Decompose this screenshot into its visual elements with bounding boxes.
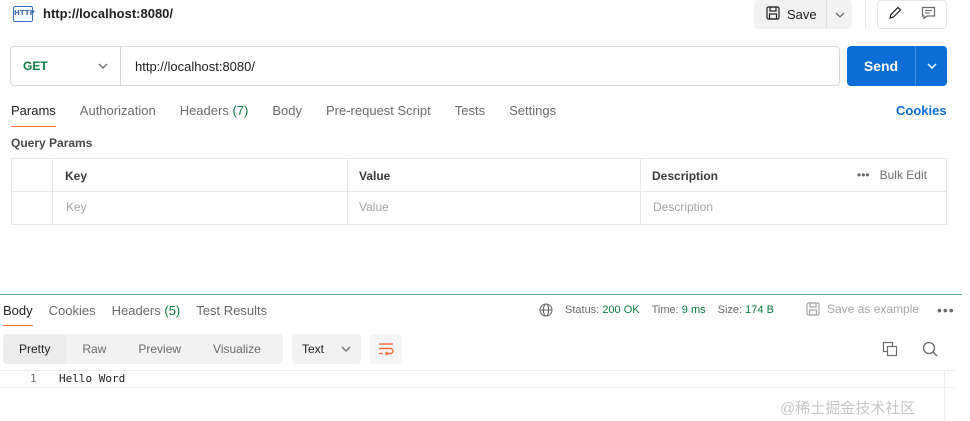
params-row-divider	[11, 191, 947, 192]
response-tab-cookies[interactable]: Cookies	[49, 303, 96, 326]
send-button-group: Send	[847, 46, 947, 86]
tab-headers-count: (7)	[232, 103, 249, 118]
view-tab-visualize[interactable]: Visualize	[197, 334, 277, 364]
time-label: Time:	[651, 304, 679, 316]
response-tab-body[interactable]: Body	[3, 303, 33, 326]
url-bar: GET	[10, 46, 840, 86]
tab-params[interactable]: Params	[11, 103, 56, 127]
response-tab-headers-count: (5)	[164, 303, 181, 318]
response-view-tabs: Pretty Raw Preview Visualize	[3, 334, 283, 364]
tab-headers[interactable]: Headers (7)	[180, 103, 249, 127]
url-input[interactable]	[121, 58, 839, 74]
view-tab-preview[interactable]: Preview	[122, 334, 197, 364]
response-tab-headers[interactable]: Headers (5)	[112, 303, 181, 326]
tab-settings[interactable]: Settings	[509, 103, 556, 127]
size-value[interactable]: 174 B	[745, 304, 774, 316]
watermark: @稀土掘金技术社区	[780, 400, 916, 417]
params-column-divider	[347, 158, 348, 225]
copy-icon[interactable]	[882, 341, 898, 360]
globe-icon[interactable]	[539, 303, 553, 317]
tab-headers-label: Headers	[179, 103, 229, 118]
edit-tools-group	[877, 0, 947, 29]
request-tabs: Params Authorization Headers (7) Body Pr…	[11, 103, 580, 127]
save-label: Save	[787, 7, 817, 22]
wrap-lines-button[interactable]	[370, 334, 402, 364]
param-key-input[interactable]: Key	[66, 200, 87, 214]
chevron-down-icon	[341, 346, 351, 352]
view-tab-pretty[interactable]: Pretty	[3, 334, 67, 364]
save-as-example-label: Save as example	[827, 302, 920, 316]
chevron-down-icon	[835, 12, 844, 18]
tab-tests[interactable]: Tests	[455, 103, 485, 127]
cookies-link[interactable]: Cookies	[896, 103, 947, 118]
send-options-button[interactable]	[916, 46, 947, 86]
view-tab-raw[interactable]: Raw	[66, 334, 122, 364]
wrap-lines-icon	[379, 343, 394, 356]
request-title[interactable]: http://localhost:8080/	[43, 6, 173, 21]
save-options-button[interactable]	[827, 0, 852, 29]
size-label: Size:	[717, 304, 743, 316]
editor-scrollbar[interactable]	[944, 370, 955, 421]
param-description-input[interactable]: Description	[653, 200, 713, 214]
comment-icon[interactable]	[921, 6, 936, 23]
save-button[interactable]: Save	[754, 0, 826, 29]
tab-authorization[interactable]: Authorization	[80, 103, 156, 127]
method-select[interactable]: GET	[11, 47, 121, 85]
param-value-input[interactable]: Value	[359, 200, 389, 214]
tab-prerequest-script[interactable]: Pre-request Script	[326, 103, 431, 127]
save-icon	[806, 302, 820, 316]
response-tab-test-results[interactable]: Test Results	[196, 303, 267, 326]
column-header-description: Description	[652, 169, 719, 183]
more-options-icon[interactable]: •••	[857, 168, 870, 182]
tab-body[interactable]: Body	[272, 103, 302, 127]
bulk-edit-button[interactable]: Bulk Edit	[880, 168, 927, 182]
response-body-editor[interactable]	[0, 370, 955, 388]
format-select[interactable]: Text	[292, 334, 361, 364]
toolbar-divider	[865, 2, 866, 28]
response-more-icon[interactable]: •••	[937, 302, 955, 318]
format-label: Text	[302, 342, 325, 356]
status-label: Status:	[565, 304, 600, 316]
bulk-edit-area: ••• Bulk Edit	[857, 168, 927, 182]
response-status-bar: Status: 200 OK Time: 9 ms Size: 174 B	[539, 303, 774, 317]
http-request-icon: HTTP	[13, 6, 35, 22]
chevron-down-icon	[927, 63, 936, 69]
pencil-icon[interactable]	[888, 6, 902, 23]
search-icon[interactable]	[922, 341, 938, 360]
save-icon	[766, 6, 780, 23]
chevron-down-icon	[98, 63, 108, 69]
response-tabs: Body Cookies Headers (5) Test Results	[3, 303, 283, 326]
column-header-key: Key	[65, 169, 88, 183]
save-button-group: Save	[754, 0, 852, 29]
status-value[interactable]: 200 OK	[602, 304, 639, 316]
params-column-divider	[640, 158, 641, 225]
send-button[interactable]: Send	[847, 46, 915, 86]
column-header-value: Value	[359, 169, 391, 183]
response-body-text[interactable]: Hello Word	[59, 372, 125, 385]
method-label: GET	[23, 59, 48, 73]
response-divider[interactable]	[0, 294, 962, 295]
save-as-example-button[interactable]: Save as example	[806, 302, 919, 316]
time-value[interactable]: 9 ms	[682, 304, 706, 316]
query-params-label: Query Params	[11, 136, 93, 150]
response-tab-headers-label: Headers	[111, 303, 161, 318]
line-number: 1	[30, 372, 37, 385]
